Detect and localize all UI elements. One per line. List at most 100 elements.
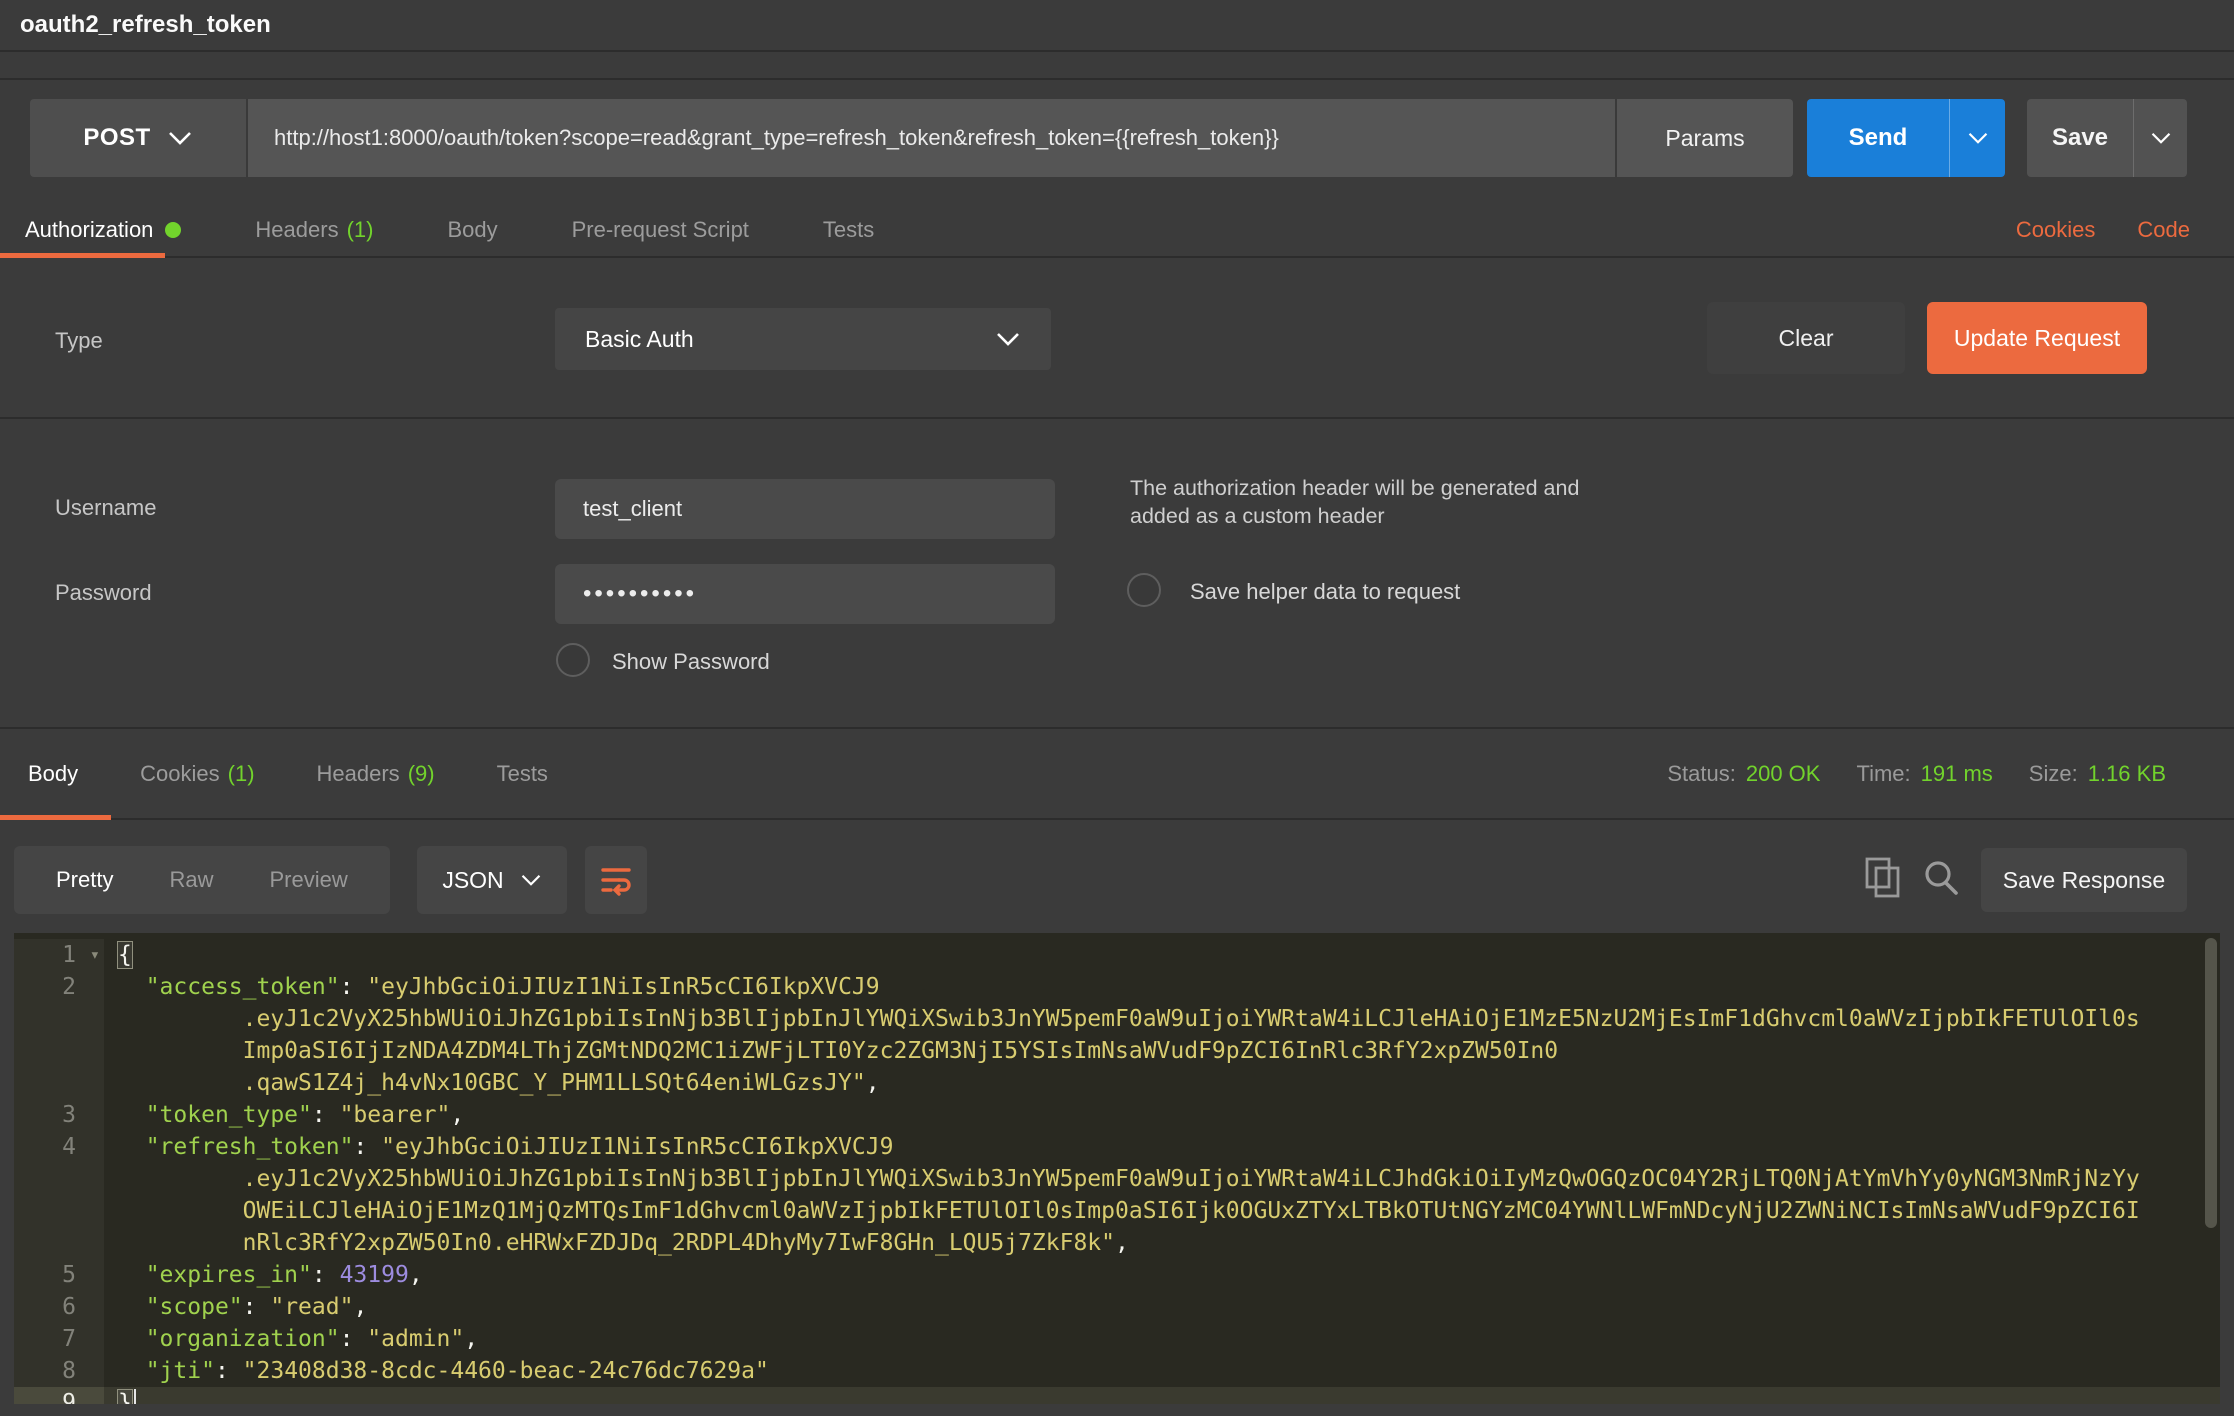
response-tab-tests[interactable]: Tests	[497, 761, 548, 787]
tab-pre-request-script[interactable]: Pre-request Script	[572, 217, 749, 243]
update-request-label: Update Request	[1954, 325, 2120, 352]
http-method-value: POST	[83, 124, 150, 152]
code-line-4-wrap-1: .eyJ1c2VyX25hbWUiOiJhZG1pbiIsInNjb3BlIjp…	[14, 1163, 2220, 1195]
code-token: "expires_in"	[146, 1262, 312, 1288]
code-token: Imp0aSI6IjIzNDA4ZDM4LThjZGMtNDQ2MC1iZWFj…	[118, 1038, 1558, 1064]
code-token: "scope"	[146, 1294, 243, 1320]
update-request-button[interactable]: Update Request	[1927, 302, 2147, 374]
line-number	[14, 1163, 104, 1195]
tab-body[interactable]: Body	[447, 217, 497, 243]
http-method-select[interactable]: POST	[30, 99, 246, 177]
params-button[interactable]: Params	[1615, 99, 1793, 177]
code-text: }	[104, 1387, 2220, 1404]
tab-count-badge: (1)	[228, 761, 255, 787]
show-password-radio[interactable]	[556, 643, 590, 677]
line-number	[14, 1003, 104, 1035]
code-token: .qawS1Z4j_h4vNx10GBC_Y_PHM1LLSQt64eniWLG…	[118, 1070, 866, 1096]
request-url-input[interactable]	[246, 99, 1615, 177]
auth-type-label: Type	[55, 328, 103, 354]
auth-type-select[interactable]: Basic Auth	[555, 308, 1051, 370]
chevron-down-icon	[995, 331, 1021, 347]
save-response-label: Save Response	[2003, 867, 2165, 894]
view-mode-raw[interactable]: Raw	[141, 867, 241, 893]
tab-authorization[interactable]: Authorization	[25, 217, 181, 243]
tab-label: Body	[447, 217, 497, 243]
code-link[interactable]: Code	[2137, 217, 2190, 243]
code-token: "admin"	[367, 1326, 464, 1352]
size-field: Size: 1.16 KB	[2029, 761, 2166, 787]
code-line-3: 3 "token_type": "bearer",	[14, 1099, 2220, 1131]
code-token: "23408d38-8cdc-4460-beac-24c76dc7629a"	[243, 1358, 769, 1384]
cookies-link[interactable]: Cookies	[2016, 217, 2095, 243]
code-token: nRlc3RfY2xpZW50In0.eHRWxFZDJDq_2RDPL4Dhy…	[118, 1230, 1115, 1256]
chevron-down-icon	[167, 130, 193, 146]
tab-count-badge: (9)	[408, 761, 435, 787]
save-options-button[interactable]	[2133, 99, 2187, 177]
copy-response-button[interactable]	[1860, 852, 1906, 904]
copy-icon	[1864, 856, 1902, 900]
line-number	[14, 1067, 104, 1099]
chevron-down-icon	[520, 873, 542, 887]
code-token: :	[312, 1102, 340, 1128]
username-label: Username	[55, 495, 156, 521]
response-tabs: Body Cookies (1) Headers(9) Tests	[28, 761, 548, 787]
auth-configured-dot-icon	[165, 222, 181, 238]
line-number: 1▾	[14, 939, 104, 971]
code-token: "organization"	[146, 1326, 340, 1352]
save-button-group: Save	[2027, 99, 2187, 177]
wrap-text-button[interactable]	[585, 846, 647, 914]
status-label: Status:	[1667, 761, 1735, 787]
code-token: ,	[353, 1294, 367, 1320]
code-token: .eyJ1c2VyX25hbWUiOiJhZG1pbiIsInNjb3BlIjp…	[118, 1166, 2140, 1192]
size-label: Size:	[2029, 761, 2078, 787]
code-text: {	[104, 939, 2220, 971]
line-number: 3	[14, 1099, 104, 1131]
code-line-7: 7 "organization": "admin",	[14, 1323, 2220, 1355]
line-number	[14, 1195, 104, 1227]
clear-button[interactable]: Clear	[1707, 302, 1905, 374]
auth-type-value: Basic Auth	[585, 326, 995, 353]
response-tab-body[interactable]: Body	[28, 761, 78, 787]
code-token: :	[312, 1262, 340, 1288]
code-line-2-wrap-3: .qawS1Z4j_h4vNx10GBC_Y_PHM1LLSQt64eniWLG…	[14, 1067, 2220, 1099]
send-button[interactable]: Send	[1807, 99, 1949, 177]
tab-tests[interactable]: Tests	[823, 217, 874, 243]
search-response-button[interactable]	[1918, 852, 1964, 904]
username-input[interactable]	[555, 479, 1055, 539]
tab-count-badge: (1)	[347, 217, 374, 243]
view-mode-group: PrettyRawPreview	[14, 846, 390, 914]
code-text: nRlc3RfY2xpZW50In0.eHRWxFZDJDq_2RDPL4Dhy…	[104, 1227, 2220, 1259]
view-mode-pretty[interactable]: Pretty	[28, 867, 141, 893]
save-response-button[interactable]: Save Response	[1981, 848, 2187, 912]
code-text: .eyJ1c2VyX25hbWUiOiJhZG1pbiIsInNjb3BlIjp…	[104, 1003, 2220, 1035]
request-title: oauth2_refresh_token	[20, 11, 271, 39]
save-helper-radio[interactable]	[1127, 573, 1161, 607]
code-line-4-wrap-3: nRlc3RfY2xpZW50In0.eHRWxFZDJDq_2RDPL4Dhy…	[14, 1227, 2220, 1259]
auth-helper-note: The authorization header will be generat…	[1130, 474, 1600, 530]
chevron-down-icon	[2150, 131, 2172, 145]
password-input[interactable]	[555, 564, 1055, 624]
tab-headers[interactable]: Headers(1)	[255, 217, 373, 243]
fold-caret-icon[interactable]: ▾	[90, 939, 100, 971]
code-text: "expires_in": 43199,	[104, 1259, 2220, 1291]
code-token: "bearer"	[340, 1102, 451, 1128]
response-tab-cookies[interactable]: Cookies (1)	[140, 761, 254, 787]
scrollbar-thumb[interactable]	[2205, 938, 2217, 1228]
code-token: :	[215, 1358, 243, 1384]
response-body-viewer: 1▾{2 "access_token": "eyJhbGciOiJIUzI1Ni…	[14, 933, 2220, 1404]
code-token	[118, 1294, 146, 1320]
request-title-bar: oauth2_refresh_token	[0, 0, 2234, 52]
save-button[interactable]: Save	[2027, 99, 2133, 177]
response-format-select[interactable]: JSON	[417, 846, 567, 914]
tab-label: Cookies	[140, 761, 219, 787]
send-options-button[interactable]	[1949, 99, 2005, 177]
code-token	[118, 1358, 146, 1384]
line-number: 9	[14, 1387, 104, 1404]
view-mode-preview[interactable]: Preview	[241, 867, 375, 893]
response-tab-headers[interactable]: Headers(9)	[317, 761, 435, 787]
code-token: :	[353, 1134, 381, 1160]
code-line-9: 9}	[14, 1387, 2220, 1404]
code-text: "organization": "admin",	[104, 1323, 2220, 1355]
code-token: .eyJ1c2VyX25hbWUiOiJhZG1pbiIsInNjb3BlIjp…	[118, 1006, 2140, 1032]
save-label: Save	[2052, 124, 2108, 152]
